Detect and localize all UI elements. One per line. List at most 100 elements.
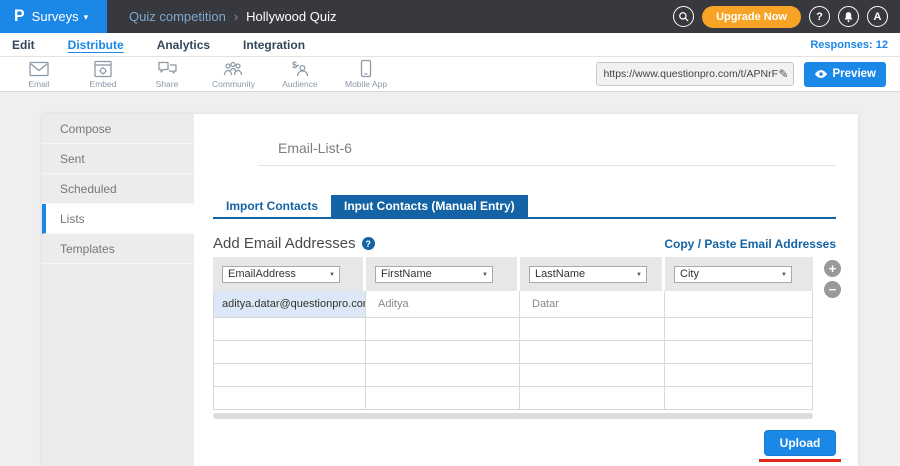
red-annotation-underline bbox=[759, 459, 841, 462]
header-actions: Upgrade Now ? A bbox=[673, 6, 900, 28]
surveys-menu[interactable]: Surveys ▾ bbox=[32, 9, 89, 24]
cell-firstname[interactable] bbox=[366, 318, 520, 341]
breadcrumb: Quiz competition › Hollywood Quiz bbox=[129, 9, 337, 24]
select-value: EmailAddress bbox=[228, 268, 296, 280]
remove-row-button[interactable]: − bbox=[824, 281, 841, 298]
tab-import-contacts[interactable]: Import Contacts bbox=[213, 195, 331, 217]
sidebar-item-sent[interactable]: Sent bbox=[42, 144, 194, 174]
eye-icon bbox=[814, 69, 828, 79]
cell-email[interactable]: aditya.datar@questionpro.com bbox=[213, 291, 366, 318]
channel-label: Share bbox=[156, 79, 179, 89]
upload-row: Upload bbox=[213, 430, 836, 462]
questionpro-logo-icon: P bbox=[14, 7, 25, 26]
channel-community[interactable]: Community bbox=[212, 60, 255, 89]
channel-label: Mobile App bbox=[345, 79, 387, 89]
tab-input-contacts-manual[interactable]: Input Contacts (Manual Entry) bbox=[331, 195, 528, 217]
search-icon bbox=[678, 11, 690, 23]
cell-city[interactable] bbox=[665, 364, 813, 387]
channel-email[interactable]: Email bbox=[20, 60, 58, 89]
cell-lastname[interactable] bbox=[520, 318, 665, 341]
cell-city[interactable] bbox=[665, 291, 813, 318]
table-row: aditya.datar@questionpro.com Aditya Data… bbox=[213, 291, 813, 318]
cell-lastname[interactable] bbox=[520, 341, 665, 364]
column-select-city[interactable]: City ▼ bbox=[674, 266, 792, 283]
avatar[interactable]: A bbox=[867, 6, 888, 27]
channel-embed[interactable]: Embed bbox=[84, 60, 122, 89]
channel-audience[interactable]: $ Audience bbox=[281, 60, 319, 89]
nav-integration[interactable]: Integration bbox=[243, 38, 305, 52]
survey-nav: Edit Distribute Analytics Integration Re… bbox=[0, 33, 900, 57]
bell-icon bbox=[843, 11, 854, 23]
header-cell: EmailAddress ▼ bbox=[213, 257, 366, 291]
upgrade-now-button[interactable]: Upgrade Now bbox=[702, 6, 801, 28]
column-select-emailaddress[interactable]: EmailAddress ▼ bbox=[222, 266, 340, 283]
sidebar-item-lists[interactable]: Lists bbox=[42, 204, 194, 234]
nav-edit[interactable]: Edit bbox=[12, 38, 35, 52]
column-select-lastname[interactable]: LastName ▼ bbox=[529, 266, 647, 283]
survey-url-group: ✎ Preview bbox=[596, 62, 892, 87]
help-button[interactable]: ? bbox=[809, 6, 830, 27]
contacts-tabs: Import Contacts Input Contacts (Manual E… bbox=[213, 195, 836, 219]
dropdown-caret-icon: ▼ bbox=[329, 272, 335, 278]
horizontal-scrollbar[interactable] bbox=[213, 413, 813, 419]
select-value: FirstName bbox=[381, 268, 432, 280]
cell-city[interactable] bbox=[665, 387, 813, 410]
channel-share[interactable]: Share bbox=[148, 60, 186, 89]
nav-analytics[interactable]: Analytics bbox=[157, 38, 210, 52]
cell-lastname[interactable] bbox=[520, 387, 665, 410]
cell-firstname[interactable]: Aditya bbox=[366, 291, 520, 318]
breadcrumb-parent[interactable]: Quiz competition bbox=[129, 9, 226, 24]
cell-email[interactable] bbox=[213, 318, 366, 341]
header-cell: City ▼ bbox=[665, 257, 813, 291]
preview-label: Preview bbox=[833, 68, 876, 80]
edit-url-pencil-icon[interactable]: ✎ bbox=[778, 67, 788, 81]
table-row bbox=[213, 318, 813, 341]
help-icon[interactable]: ? bbox=[362, 237, 375, 250]
title-divider bbox=[258, 165, 836, 166]
audience-icon: $ bbox=[289, 60, 311, 78]
cell-city[interactable] bbox=[665, 318, 813, 341]
sidebar-item-compose[interactable]: Compose bbox=[42, 114, 194, 144]
header-cell: FirstName ▼ bbox=[366, 257, 520, 291]
header-cell: LastName ▼ bbox=[520, 257, 665, 291]
cell-city[interactable] bbox=[665, 341, 813, 364]
preview-button[interactable]: Preview bbox=[804, 62, 886, 87]
cell-email[interactable] bbox=[213, 364, 366, 387]
cell-firstname[interactable] bbox=[366, 341, 520, 364]
add-emails-title: Add Email Addresses bbox=[213, 235, 356, 252]
dropdown-caret-icon: ▼ bbox=[781, 272, 787, 278]
mobile-app-icon bbox=[359, 59, 373, 78]
breadcrumb-current: Hollywood Quiz bbox=[246, 9, 336, 24]
sidebar-item-scheduled[interactable]: Scheduled bbox=[42, 174, 194, 204]
svg-text:$: $ bbox=[292, 60, 297, 70]
cell-email[interactable] bbox=[213, 387, 366, 410]
select-value: City bbox=[680, 268, 699, 280]
copy-paste-link[interactable]: Copy / Paste Email Addresses bbox=[664, 237, 836, 251]
cell-firstname[interactable] bbox=[366, 387, 520, 410]
channel-label: Community bbox=[212, 79, 255, 89]
notifications-button[interactable] bbox=[838, 6, 859, 27]
channel-label: Email bbox=[28, 79, 49, 89]
share-icon bbox=[157, 60, 178, 78]
channel-label: Embed bbox=[90, 79, 117, 89]
nav-distribute[interactable]: Distribute bbox=[68, 38, 124, 52]
chevron-down-icon: ▾ bbox=[84, 12, 89, 23]
community-icon bbox=[222, 60, 244, 78]
upload-button[interactable]: Upload bbox=[764, 430, 836, 456]
channel-label: Audience bbox=[282, 79, 317, 89]
cell-firstname[interactable] bbox=[366, 364, 520, 387]
sidebar-item-templates[interactable]: Templates bbox=[42, 234, 194, 264]
contacts-table: EmailAddress ▼ FirstName ▼ bbox=[213, 257, 813, 410]
survey-url-box: ✎ bbox=[596, 62, 794, 86]
column-select-firstname[interactable]: FirstName ▼ bbox=[375, 266, 493, 283]
search-button[interactable] bbox=[673, 6, 694, 27]
survey-url-input[interactable] bbox=[604, 68, 779, 80]
cell-lastname[interactable]: Datar bbox=[520, 291, 665, 318]
add-row-button[interactable]: + bbox=[824, 260, 841, 277]
cell-email[interactable] bbox=[213, 341, 366, 364]
page-body: Compose Sent Scheduled Lists Templates E… bbox=[0, 92, 900, 466]
cell-lastname[interactable] bbox=[520, 364, 665, 387]
logo-block[interactable]: P Surveys ▾ bbox=[0, 0, 107, 33]
channel-mobile-app[interactable]: Mobile App bbox=[345, 59, 387, 89]
table-row bbox=[213, 364, 813, 387]
